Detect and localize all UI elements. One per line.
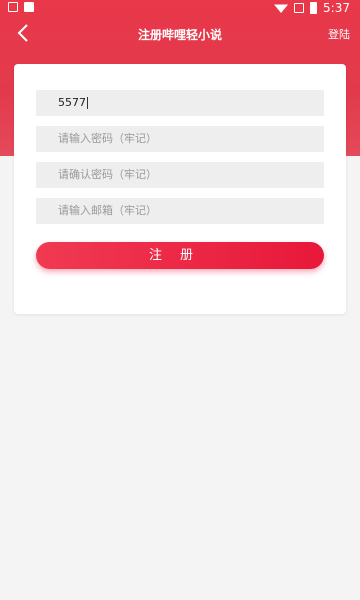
- status-bar: 5:37: [0, 0, 360, 18]
- username-input[interactable]: 5577: [36, 90, 324, 116]
- gallery-icon: [8, 2, 18, 12]
- page-title: 注册哔哩轻小说: [137, 28, 222, 42]
- app-bar: 注册哔哩轻小说 登陆: [0, 18, 360, 48]
- username-value: 5577: [58, 96, 86, 109]
- wifi-icon: [274, 4, 289, 13]
- register-card: 5577 请输入密码（牢记） 请确认密码（牢记） 请输入邮箱（牢记） 注册: [14, 64, 346, 314]
- no-sim-icon: [294, 3, 305, 13]
- password-input[interactable]: 请输入密码（牢记）: [36, 126, 324, 152]
- battery-icon: [310, 2, 318, 14]
- status-time: 5:37: [323, 1, 350, 15]
- register-button[interactable]: 注册: [36, 242, 324, 269]
- text-caret: [87, 97, 88, 109]
- email-input[interactable]: 请输入邮箱（牢记）: [36, 198, 324, 224]
- notification-icon: [24, 2, 34, 12]
- login-link[interactable]: 登陆: [328, 26, 350, 42]
- confirm-password-input[interactable]: 请确认密码（牢记）: [36, 162, 324, 188]
